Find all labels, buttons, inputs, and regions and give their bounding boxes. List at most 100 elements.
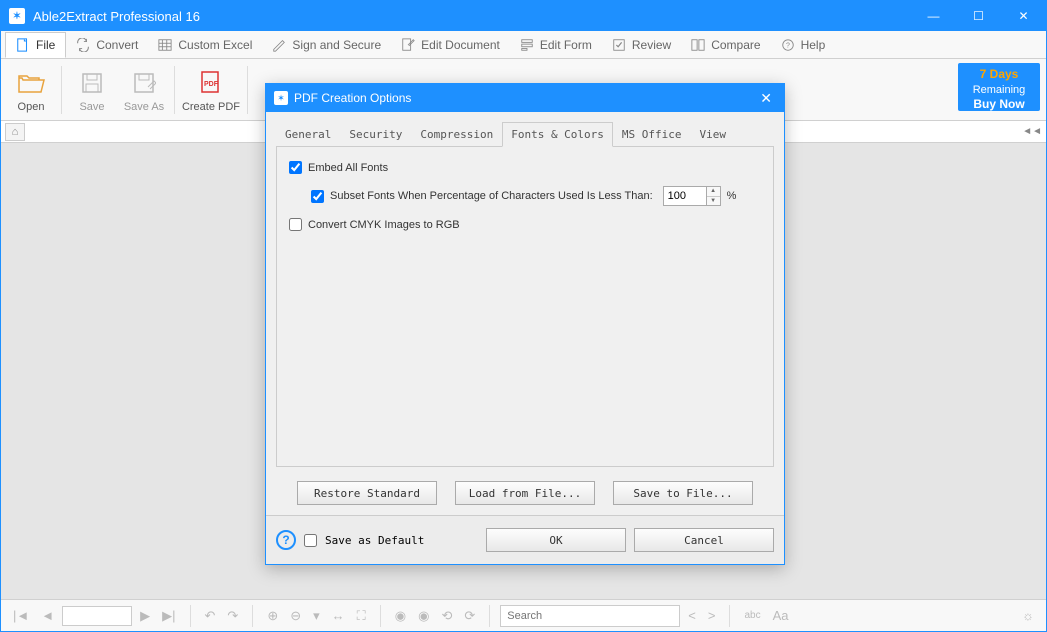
rotate-right-icon[interactable]: ⟳ [460,606,479,626]
minimize-button[interactable]: — [911,1,956,31]
last-page-icon[interactable]: ▶| [158,606,179,626]
restore-standard-button[interactable]: Restore Standard [297,481,437,505]
compare-icon [691,38,705,52]
save-as-tool[interactable]: Save As [118,67,170,113]
menu-label: Custom Excel [178,38,252,52]
search-input[interactable] [500,605,680,627]
convert-cmyk-label: Convert CMYK Images to RGB [308,219,460,231]
convert-cmyk-checkbox[interactable] [289,218,302,231]
tab-security[interactable]: Security [340,122,411,146]
tool-label: Create PDF [179,101,243,113]
tab-ms-office[interactable]: MS Office [613,122,691,146]
brightness-icon[interactable]: ☼ [1018,606,1038,625]
first-page-icon[interactable]: |◄ [9,606,33,625]
tab-fonts-colors[interactable]: Fonts & Colors [502,122,613,147]
menu-edit-form[interactable]: Edit Form [510,32,602,58]
open-tool[interactable]: Open [5,67,57,113]
trial-days: 7 Days [958,67,1040,83]
menu-label: Sign and Secure [292,38,381,52]
help-icon: ? [781,38,795,52]
menu-file[interactable]: File [5,32,66,58]
fit-width-icon[interactable]: ↔ [328,606,349,625]
menu-label: File [36,38,55,52]
page-number-box[interactable] [62,606,132,626]
dialog-tabs: General Security Compression Fonts & Col… [276,122,774,147]
trial-banner[interactable]: 7 Days Remaining Buy Now [958,63,1040,111]
menu-sign-secure[interactable]: Sign and Secure [262,32,391,58]
file-icon [16,38,30,52]
help-icon[interactable]: ? [276,530,296,550]
cancel-button[interactable]: Cancel [634,528,774,552]
abc-icon[interactable]: abc [740,608,764,623]
zoom-out-icon[interactable]: ⊖ [286,606,305,626]
sign-icon [272,38,286,52]
zoom-dropdown-icon[interactable]: ▾ [309,606,324,626]
zoom-in-icon[interactable]: ⊕ [263,606,282,626]
aa-icon[interactable]: Aa [769,606,793,625]
home-icon[interactable]: ⌂ [5,123,25,141]
prev-page-icon[interactable]: ◄ [37,606,58,625]
eye-right-icon[interactable]: ◉ [414,606,433,626]
menu-review[interactable]: Review [602,32,681,58]
svg-text:✶: ✶ [277,93,285,103]
next-page-icon[interactable]: ▶ [136,606,154,626]
search-next-icon[interactable]: > [704,606,720,625]
tab-pane-fonts-colors: Embed All Fonts Subset Fonts When Percen… [276,147,774,467]
tab-general[interactable]: General [276,122,340,146]
menu-help[interactable]: ? Help [771,32,836,58]
svg-text:?: ? [786,42,790,49]
redo-icon[interactable]: ↷ [223,606,242,626]
menu-compare[interactable]: Compare [681,32,770,58]
dialog-icon: ✶ [274,91,288,105]
close-button[interactable]: ✕ [1001,1,1046,31]
pdf-creation-options-dialog: ✶ PDF Creation Options ✕ General Securit… [265,83,785,565]
create-pdf-tool[interactable]: PDF Create PDF [179,67,243,113]
tab-compression[interactable]: Compression [411,122,502,146]
tool-label: Save As [118,101,170,113]
svg-text:PDF: PDF [204,81,219,88]
save-icon [80,71,104,95]
pdf-icon: PDF [198,70,224,96]
rotate-left-icon[interactable]: ⟲ [437,606,456,626]
dialog-titlebar: ✶ PDF Creation Options ✕ [266,84,784,112]
embed-all-fonts-label: Embed All Fonts [308,162,388,174]
excel-icon [158,38,172,52]
convert-icon [76,38,90,52]
menu-label: Review [632,38,671,52]
fit-page-icon[interactable]: ⛶ [353,606,370,626]
subset-fonts-label: Subset Fonts When Percentage of Characte… [330,190,653,202]
ok-button[interactable]: OK [486,528,626,552]
menu-edit-document[interactable]: Edit Document [391,32,510,58]
menu-bar: File Convert Custom Excel Sign and Secur… [1,31,1046,59]
dialog-title: PDF Creation Options [294,91,411,105]
collapse-arrows-icon[interactable]: ◄◄ [1022,126,1042,137]
folder-open-icon [17,72,45,94]
maximize-button[interactable]: ☐ [956,1,1001,31]
percentage-spinner[interactable]: ▲▼ [707,186,721,206]
menu-label: Help [801,38,826,52]
tab-view[interactable]: View [691,122,736,146]
save-as-default-checkbox[interactable] [304,534,317,547]
save-as-icon [132,71,156,95]
search-prev-icon[interactable]: < [684,606,700,625]
subset-fonts-checkbox[interactable] [311,190,324,203]
form-icon [520,38,534,52]
tool-label: Open [5,101,57,113]
subset-percentage-input[interactable] [663,186,707,206]
buy-now-button[interactable]: Buy Now [958,97,1040,113]
undo-icon[interactable]: ↶ [201,606,220,626]
dialog-footer: ? Save as Default OK Cancel [266,515,784,564]
embed-all-fonts-checkbox[interactable] [289,161,302,174]
dialog-close-button[interactable]: ✕ [756,90,776,107]
app-icon: ✶ [9,8,25,24]
eye-left-icon[interactable]: ◉ [391,606,410,626]
save-tool[interactable]: Save [66,67,118,113]
title-bar: ✶ Able2Extract Professional 16 — ☐ ✕ [1,1,1046,31]
review-icon [612,38,626,52]
save-as-default-label: Save as Default [325,534,424,547]
menu-convert[interactable]: Convert [66,32,148,58]
menu-custom-excel[interactable]: Custom Excel [148,32,262,58]
load-from-file-button[interactable]: Load from File... [455,481,595,505]
save-to-file-button[interactable]: Save to File... [613,481,753,505]
menu-label: Edit Document [421,38,500,52]
